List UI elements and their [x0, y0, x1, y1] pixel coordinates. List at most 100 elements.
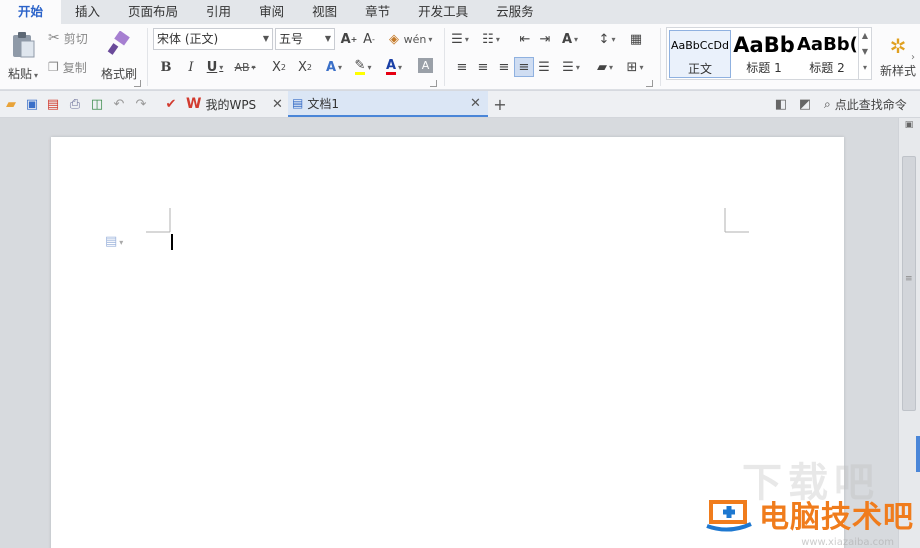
paragraph-tool-icon[interactable]: ▤ ▾ [105, 234, 123, 249]
sidebar-toggle[interactable] [916, 436, 920, 472]
margin-mark-top-right [724, 208, 749, 233]
format-painter-label: 格式刷 [100, 66, 137, 81]
menu-tab-view[interactable]: 视图 [298, 0, 351, 24]
numbering-icon[interactable]: ☷ ▾ [482, 30, 500, 48]
menu-bar: 开始 插入 页面布局 引用 审阅 视图 章节 开发工具 云服务 [0, 0, 920, 24]
shrink-font-icon[interactable]: A- [360, 30, 378, 48]
menu-tab-home[interactable]: 开始 [0, 0, 62, 24]
styles-gallery: AaBbCcDd 正文 AaBb 标题 1 AaBb( 标题 2 ▲ ▼ ▾ [666, 27, 872, 80]
subscript-icon[interactable]: X2 [296, 58, 314, 76]
open-folder-icon[interactable]: ▰ [2, 95, 20, 113]
align-right-icon[interactable]: ≡ [495, 58, 513, 76]
print-icon[interactable]: ⎙ [66, 95, 84, 113]
doc-tab-my-wps[interactable]: W 我的WPS ✕ [186, 91, 286, 117]
menu-tab-cloud[interactable]: 云服务 [482, 0, 548, 24]
font-launcher[interactable] [430, 80, 437, 87]
font-size-select[interactable]: 五号 ▼ [275, 28, 335, 50]
thumb-grip-icon: ≡ [905, 274, 913, 284]
watermark-url: www.xiazaiba.com [801, 537, 894, 548]
close-icon[interactable]: ✕ [470, 96, 481, 111]
vertical-scrollbar[interactable]: ▣ ≡ [898, 118, 920, 548]
align-left-icon[interactable]: ≡ [453, 58, 471, 76]
style-heading-2-label: 标题 2 [809, 61, 845, 75]
menu-tab-developer[interactable]: 开发工具 [404, 0, 482, 24]
format-painter-button[interactable]: 格式刷 [98, 28, 140, 84]
ribbon-more-icon[interactable]: › [906, 48, 920, 66]
style-heading-2-preview: AaBb( [797, 34, 857, 55]
export-pdf-icon[interactable]: ▤ [44, 95, 62, 113]
scrollbar-thumb[interactable]: ≡ [902, 156, 916, 411]
new-style-icon: ✲ [889, 33, 907, 58]
cut-button[interactable]: ✂ 剪切 [48, 29, 96, 47]
brush-icon [107, 29, 131, 57]
doc-share-icon[interactable]: ◩ [796, 95, 814, 113]
superscript-icon[interactable]: X2 [270, 58, 288, 76]
scrollbar-top-icon[interactable]: ▣ [902, 120, 916, 132]
phonetic-guide-icon[interactable]: wén ▾ [404, 30, 433, 48]
text-cursor [171, 234, 173, 250]
scissors-icon: ✂ [48, 30, 60, 46]
doc-nav-icon[interactable]: ◧ [772, 95, 790, 113]
customize-toolbar-icon[interactable]: ✔ [162, 95, 180, 113]
style-heading-1-preview: AaBb [733, 33, 795, 57]
strikethrough-icon[interactable]: AB ▾ [234, 58, 255, 76]
char-shading-icon[interactable]: A [418, 58, 433, 73]
copy-label: 复制 [62, 60, 87, 75]
style-heading-2[interactable]: AaBb( 标题 2 [797, 30, 857, 78]
search-icon: ⌕ [824, 97, 831, 111]
undo-icon[interactable]: ↶ [110, 95, 128, 113]
copy-button[interactable]: ❐ 复制 [48, 58, 96, 76]
borders-icon[interactable]: ⊞ ▾ [626, 58, 644, 76]
bold-icon[interactable]: B [157, 58, 175, 76]
menu-tab-review[interactable]: 审阅 [245, 0, 298, 24]
style-normal[interactable]: AaBbCcDd 正文 [669, 30, 731, 78]
highlight-icon[interactable]: ✎ ▾ [354, 58, 372, 76]
new-tab-icon[interactable]: + [491, 95, 509, 114]
sort-icon[interactable]: ↕ ▾ [598, 30, 616, 48]
font-name-select[interactable]: 宋体 (正文) ▼ [153, 28, 273, 50]
font-name-value: 宋体 (正文) [157, 32, 219, 46]
style-normal-label: 正文 [687, 62, 712, 76]
save-icon[interactable]: ▣ [23, 95, 41, 113]
style-normal-preview: AaBbCcDd [671, 39, 729, 52]
doc-tab-document1[interactable]: ▤ 文档1 ✕ [288, 91, 488, 117]
style-heading-1[interactable]: AaBb 标题 1 [733, 30, 795, 78]
distributed-icon[interactable]: ☰ [535, 58, 553, 76]
italic-icon[interactable]: I [182, 58, 200, 76]
menu-tab-section[interactable]: 章节 [351, 0, 404, 24]
text-effect-icon[interactable]: A ▾ [325, 58, 343, 76]
print-preview-icon[interactable]: ◫ [88, 95, 106, 113]
ribbon: 粘贴 ▾ ✂ 剪切 ❐ 复制 格式刷 宋体 (正文) ▼ 五号 ▼ A + A- ◈ w… [0, 24, 920, 90]
underline-icon[interactable]: U ▾ [206, 58, 224, 76]
clear-format-icon[interactable]: ◈ [385, 30, 403, 48]
style-heading-1-label: 标题 1 [746, 61, 782, 75]
table-icon[interactable]: ▦ [627, 30, 645, 48]
paste-label: 粘贴 [7, 66, 32, 81]
align-center-icon[interactable]: ≡ [474, 58, 492, 76]
document1-label: 文档1 [307, 96, 339, 111]
font-color-icon[interactable]: A ▾ [385, 58, 403, 76]
cut-label: 剪切 [63, 31, 88, 46]
paragraph-launcher[interactable] [646, 80, 653, 87]
decrease-indent-icon[interactable]: ⇤ [516, 30, 534, 48]
paste-button[interactable]: 粘贴 ▾ [4, 28, 42, 84]
redo-icon[interactable]: ↷ [132, 95, 150, 113]
justify-icon[interactable]: ≡ [514, 57, 534, 77]
menu-tab-references[interactable]: 引用 [192, 0, 245, 24]
change-case-icon[interactable]: A ▾ [561, 30, 579, 48]
increase-indent-icon[interactable]: ⇥ [536, 30, 554, 48]
font-size-value: 五号 [279, 32, 304, 46]
find-command[interactable]: ⌕ 点此查找命令 [824, 96, 907, 113]
styles-scroll[interactable]: ▲ ▼ ▾ [858, 28, 871, 79]
paragraph-shading-icon[interactable]: ▰ ▾ [596, 58, 614, 76]
my-wps-label: 我的WPS [205, 97, 257, 112]
line-spacing-icon[interactable]: ☰ ▾ [562, 58, 580, 76]
clipboard-launcher[interactable] [134, 80, 141, 87]
menu-tab-page-layout[interactable]: 页面布局 [114, 0, 192, 24]
grow-font-icon[interactable]: A + [340, 30, 358, 48]
menu-tab-insert[interactable]: 插入 [61, 0, 114, 24]
watermark-brand-text: 电脑技术吧 [759, 500, 914, 535]
document-page[interactable]: ▤ ▾ [51, 137, 844, 548]
close-icon[interactable]: ✕ [272, 97, 283, 112]
bullets-icon[interactable]: ☰ ▾ [451, 30, 469, 48]
